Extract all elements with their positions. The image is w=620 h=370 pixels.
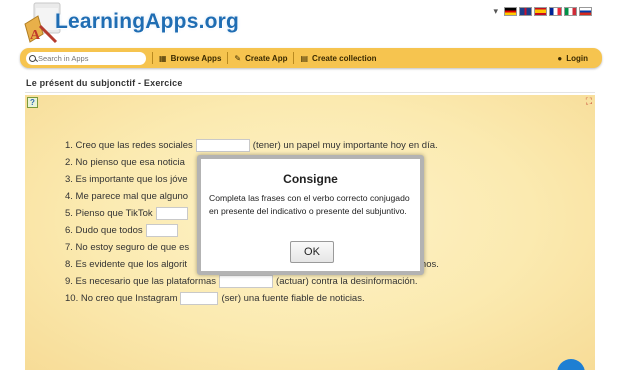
create-app-link[interactable]: ✎ Create App [234,54,287,63]
answer-field[interactable] [145,224,178,237]
item-text-before: 1. Creo que las redes sociales [65,140,193,151]
browse-apps-link[interactable]: ▦ Browse Apps [159,54,221,63]
nav-divider [227,52,229,64]
login-label: Login [566,53,588,63]
nav-divider [152,52,153,64]
item-text-before: 7. No estoy seguro de que es [65,242,190,253]
dialog-body: Completa las frases con el verbo correct… [209,193,410,216]
item-text-before: 2. No pienso que esa noticia [65,157,185,168]
item-text-before: 10. No creo que Instagram [65,293,178,304]
fullscreen-icon[interactable]: ⛶ [586,97,592,106]
item-text-before: 8. Es evidente que los algorit [65,259,187,270]
search-icon [29,54,36,62]
create-collection-link[interactable]: ▤ Create collection [300,54,376,63]
login-link[interactable]: ● Login [557,54,588,63]
search-input[interactable] [38,53,138,63]
answer-field[interactable] [180,292,219,305]
item-text-before: 6. Dudo que todos [65,225,143,236]
answer-field[interactable] [195,139,250,152]
user-icon: ● [557,53,563,63]
svg-text:A: A [30,28,41,43]
de-flag-icon[interactable] [504,7,517,16]
item-text-after: (actuar) contra la desinformación. [276,276,418,287]
create-collection-label: Create collection [312,53,377,63]
item-text-after: (ser) una fuente fiable de noticias. [221,293,365,304]
help-icon[interactable]: ? [27,97,38,108]
search-box[interactable] [26,51,146,65]
site-logo-text[interactable]: LearningApps.org [55,10,239,34]
browse-apps-label: Browse Apps [170,53,222,63]
dialog-title: Consigne [283,172,338,186]
site-header: A LearningApps.org ▾ [0,0,620,48]
ok-button[interactable]: OK [290,241,334,263]
page-title: Le présent du subjonctif - Exercice [26,78,183,88]
item-text-before: 5. Pienso que TikTok [65,208,153,219]
create-app-label: Create App [245,53,288,63]
main-navbar: ▦ Browse Apps ✎ Create App ▤ Create coll… [20,48,602,68]
it-flag-icon[interactable] [564,7,577,16]
es-flag-icon[interactable] [534,7,547,16]
item-text-before: 4. Me parece mal que alguno [65,191,189,202]
item-text-before: 9. Es necesario que las plataformas [65,276,217,287]
language-dropdown-icon[interactable]: ▾ [493,6,498,17]
pencil-icon: ✎ [234,53,242,63]
gb-flag-icon[interactable] [519,7,532,16]
item-text-before: 3. Es importante que los jóve [65,174,188,185]
collection-icon: ▤ [300,53,309,63]
language-flags: ▾ [493,6,592,17]
grid-icon: ▦ [159,53,167,63]
title-divider [25,92,595,93]
exercise-item: 10. No creo que Instagram (ser) una fuen… [65,290,439,307]
exercise-item: 9. Es necesario que las plataformas (act… [65,273,439,290]
nav-divider [293,52,295,64]
fr-flag-icon[interactable] [549,7,562,16]
item-text-after: (tener) un papel muy importante hoy en d… [252,140,438,151]
ru-flag-icon[interactable] [579,7,592,16]
answer-field[interactable] [155,207,188,220]
exercise-item: 1. Creo que las redes sociales (tener) u… [65,137,439,154]
instructions-dialog: Consigne Completa las frases con el verb… [197,155,424,275]
answer-field[interactable] [219,275,274,288]
